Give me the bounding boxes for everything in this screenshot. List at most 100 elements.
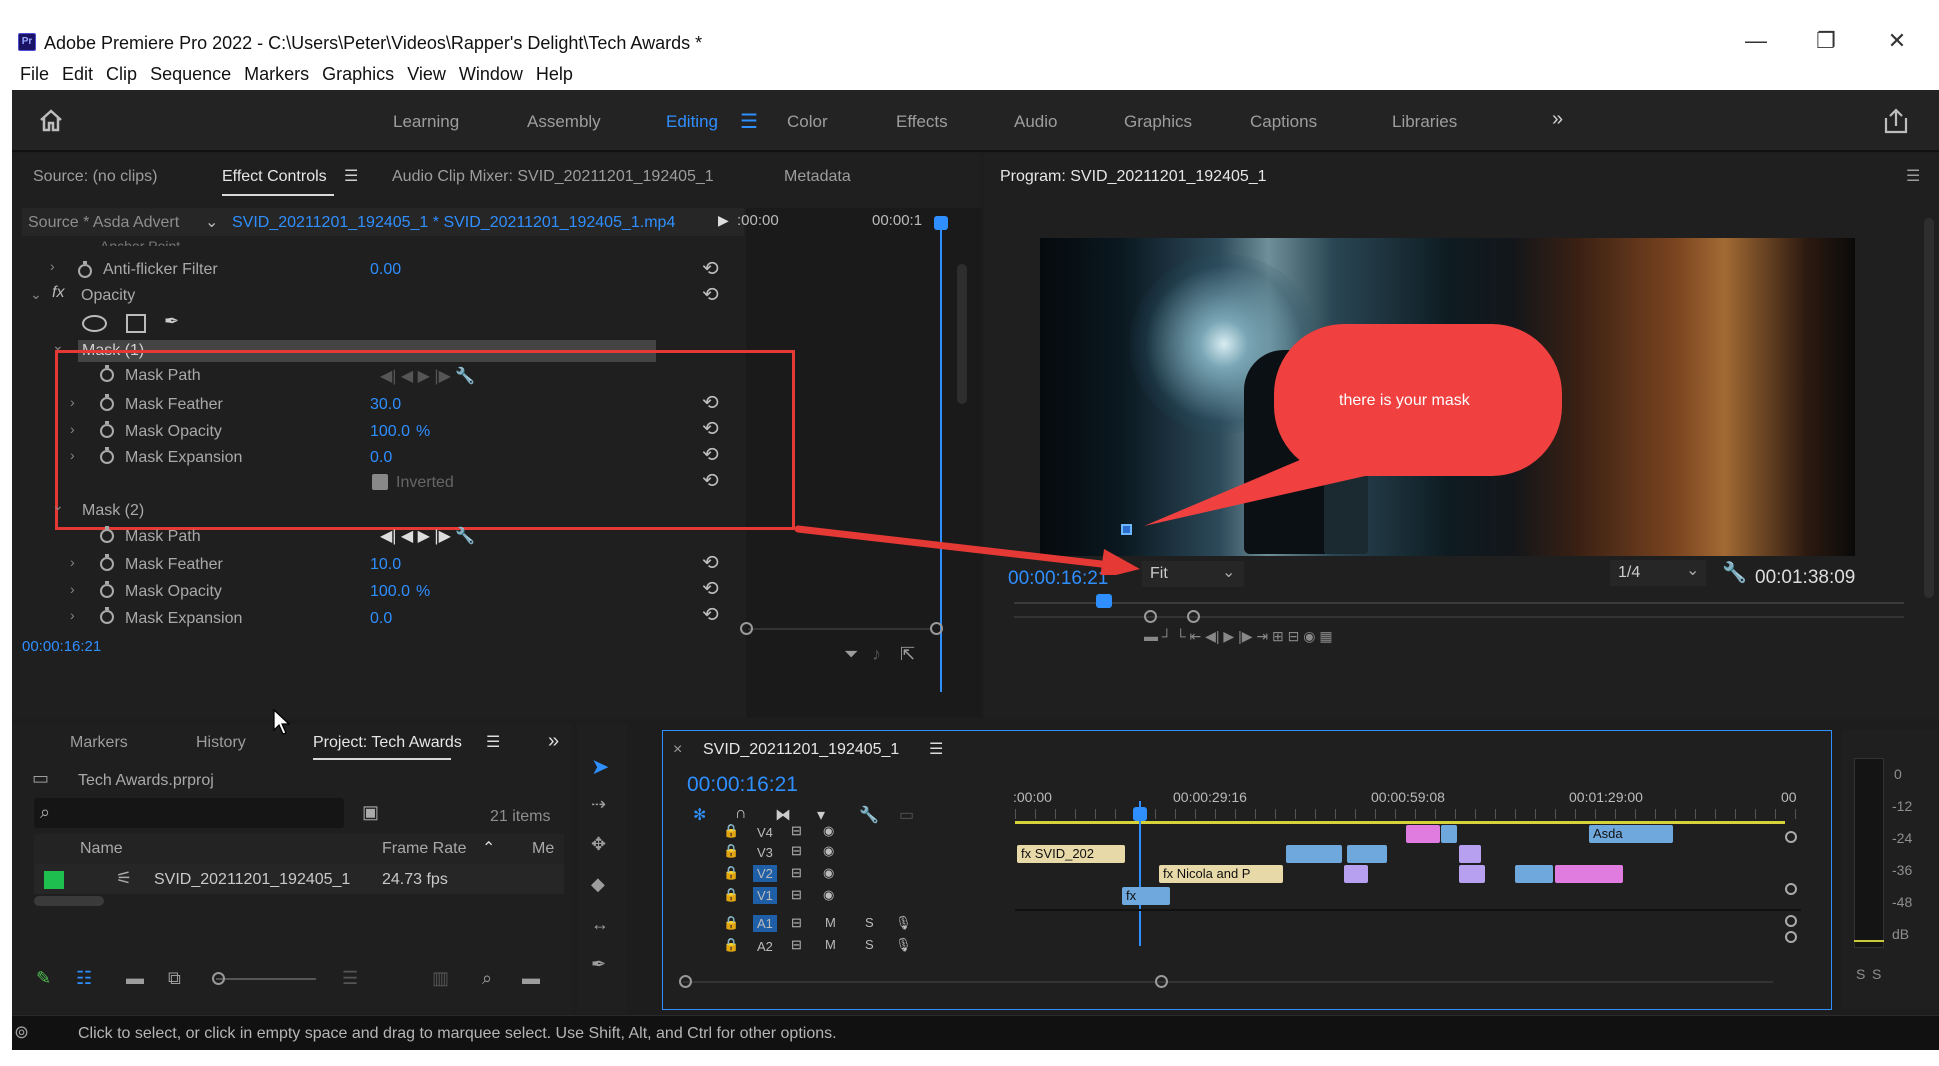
maximize-button[interactable]: ❐ [1806, 28, 1846, 54]
workspace-libraries[interactable]: Libraries [1392, 112, 1457, 132]
expand-mask-expansion[interactable]: › [70, 607, 75, 623]
sync-lock-icon[interactable]: ⊟ [791, 823, 802, 839]
workspace-learning[interactable]: Learning [393, 112, 459, 132]
share-icon[interactable] [1882, 108, 1910, 134]
menu-sequence[interactable]: Sequence [150, 64, 231, 85]
stopwatch-icon[interactable] [78, 261, 92, 278]
eye-icon[interactable]: ◉ [823, 865, 834, 881]
track-scroll-handle[interactable] [1785, 831, 1797, 843]
source-label[interactable]: Source * Asda Advert [28, 214, 179, 232]
collapse-opacity[interactable]: ⌄ [30, 286, 42, 303]
track-header-v1[interactable]: 🔒 V1 ⊟ ◉ [723, 887, 1013, 907]
sync-lock-icon[interactable]: ⊟ [791, 887, 802, 903]
ripple-edit-tool-icon[interactable]: ✥ [591, 834, 606, 855]
rectangle-mask-icon[interactable] [126, 314, 146, 333]
tab-markers[interactable]: Markers [70, 734, 128, 752]
timeline-clip[interactable] [1286, 845, 1342, 863]
sequence-title[interactable]: SVID_20211201_192405_1 [703, 741, 899, 759]
meter-solo-right[interactable]: S [1872, 966, 1881, 982]
reset-icon[interactable]: ⟲ [702, 282, 719, 307]
chevron-down-icon[interactable]: ⌄ [1222, 562, 1235, 582]
close-sequence-icon[interactable]: × [673, 741, 682, 759]
chevron-down-icon[interactable]: ⌄ [205, 212, 218, 232]
panel-menu-icon[interactable]: ☰ [486, 732, 500, 752]
collapse-mask-2[interactable]: ⌄ [52, 497, 64, 514]
reset-icon[interactable]: ⟲ [702, 256, 719, 281]
workspace-more-icon[interactable]: » [1552, 108, 1563, 131]
timeline-clip[interactable] [1344, 865, 1368, 883]
reset-icon[interactable]: ⟲ [702, 576, 719, 601]
effect-scrollbar[interactable] [957, 264, 967, 404]
reset-icon[interactable]: ⟲ [702, 550, 719, 575]
program-scrollbar[interactable] [1924, 218, 1934, 598]
column-name[interactable]: Name [80, 840, 123, 858]
list-view-icon[interactable]: ☷ [76, 968, 92, 989]
program-playhead[interactable] [1096, 594, 1112, 608]
thumbnail-size-slider[interactable] [216, 978, 316, 980]
snap-icon[interactable]: ✻ [693, 805, 706, 825]
track-scroll-handle[interactable] [1785, 915, 1797, 927]
sort-up-icon[interactable]: ⌃ [482, 838, 495, 858]
zoom-handle-left[interactable] [740, 622, 753, 635]
zoom-handle-right[interactable] [1187, 610, 1200, 623]
microphone-icon[interactable]: 🎙 [895, 915, 912, 931]
project-scrollbar[interactable] [34, 896, 104, 906]
eye-icon[interactable]: ◉ [823, 843, 834, 859]
workspace-effects[interactable]: Effects [896, 112, 948, 132]
stopwatch-icon[interactable] [100, 526, 114, 543]
zoom-handle-left[interactable] [679, 975, 692, 988]
magnet-icon[interactable]: ∩ [735, 805, 747, 823]
add-marker-icon[interactable]: ▾ [817, 805, 825, 825]
mask-feather-value[interactable]: 10.0 [370, 556, 401, 574]
panel-menu-icon[interactable]: ☰ [344, 166, 358, 186]
timeline-settings-icon[interactable]: 🔧 [859, 805, 879, 825]
find-folder-icon[interactable]: ▣ [362, 802, 379, 823]
mask-tracking-controls[interactable]: ◀| ◀ ▶ |▶ 🔧 [380, 526, 475, 546]
column-media[interactable]: Me [532, 840, 554, 858]
transport-controls[interactable]: ▬ ┘ └ ⇤ ◀| ▶ |▶ ⇥ ⊞ ⊟ ◉ ▦ [1144, 628, 1333, 645]
automate-to-sequence-icon[interactable]: ▥ [432, 968, 449, 989]
minimize-button[interactable]: — [1736, 28, 1776, 54]
chevron-down-icon[interactable]: ⌄ [1686, 560, 1699, 580]
mini-playhead[interactable] [940, 222, 942, 692]
ellipse-mask-icon[interactable] [82, 315, 107, 332]
track-header-a2[interactable]: 🔒 A2 ⊟ M S 🎙 [723, 937, 1013, 957]
column-frame-rate[interactable]: Frame Rate [382, 840, 466, 858]
home-icon[interactable] [38, 108, 64, 132]
eye-icon[interactable]: ◉ [823, 823, 834, 839]
filter-icon[interactable]: ⏷ [844, 644, 858, 665]
zoom-handle-left[interactable] [1144, 610, 1157, 623]
tab-metadata[interactable]: Metadata [784, 168, 851, 186]
track-name[interactable]: V4 [753, 825, 777, 840]
timeline-clip[interactable] [1459, 865, 1485, 883]
workspace-menu-icon[interactable]: ☰ [740, 109, 758, 134]
track-header-v2[interactable]: 🔒 V2 ⊟ ◉ [723, 865, 1013, 885]
thumbnail-size-handle[interactable] [212, 972, 225, 985]
timeline-clip-svid[interactable]: fx SVID_202 [1017, 845, 1125, 863]
label-color-swatch[interactable] [44, 871, 64, 889]
menu-markers[interactable]: Markers [244, 64, 309, 85]
mask-2-title[interactable]: Mask (2) [82, 502, 144, 520]
tab-audio-clip-mixer[interactable]: Audio Clip Mixer: SVID_20211201_192405_1 [392, 168, 714, 186]
wrench-icon[interactable]: 🔧 [1722, 560, 1747, 585]
mask-expansion-value[interactable]: 0.0 [370, 610, 392, 628]
track-name[interactable]: A1 [753, 915, 777, 932]
captions-icon[interactable]: ▭ [899, 805, 914, 825]
stopwatch-icon[interactable] [100, 581, 114, 598]
effect-timecode[interactable]: 00:00:16:21 [22, 638, 101, 655]
expand-mask-opacity[interactable]: › [70, 581, 75, 597]
track-name[interactable]: V2 [753, 865, 777, 882]
timeline-clip[interactable] [1459, 845, 1481, 863]
panel-menu-icon[interactable]: ☰ [1906, 166, 1920, 186]
antiflicker-value[interactable]: 0.00 [370, 261, 401, 279]
eye-icon[interactable]: ◉ [823, 887, 834, 903]
pen-mask-icon[interactable]: ✒ [164, 311, 179, 332]
stopwatch-icon[interactable] [100, 607, 114, 624]
razor-tool-icon[interactable]: ◆ [591, 874, 605, 895]
timeline-clip[interactable] [1555, 865, 1623, 883]
sort-icons-icon[interactable]: ☰ [342, 968, 358, 989]
track-header-v3[interactable]: 🔒 V3 ⊟ ◉ [723, 843, 1013, 863]
mute-button[interactable]: M [825, 937, 836, 952]
track-name[interactable]: A2 [753, 939, 777, 954]
solo-button[interactable]: S [865, 915, 874, 930]
